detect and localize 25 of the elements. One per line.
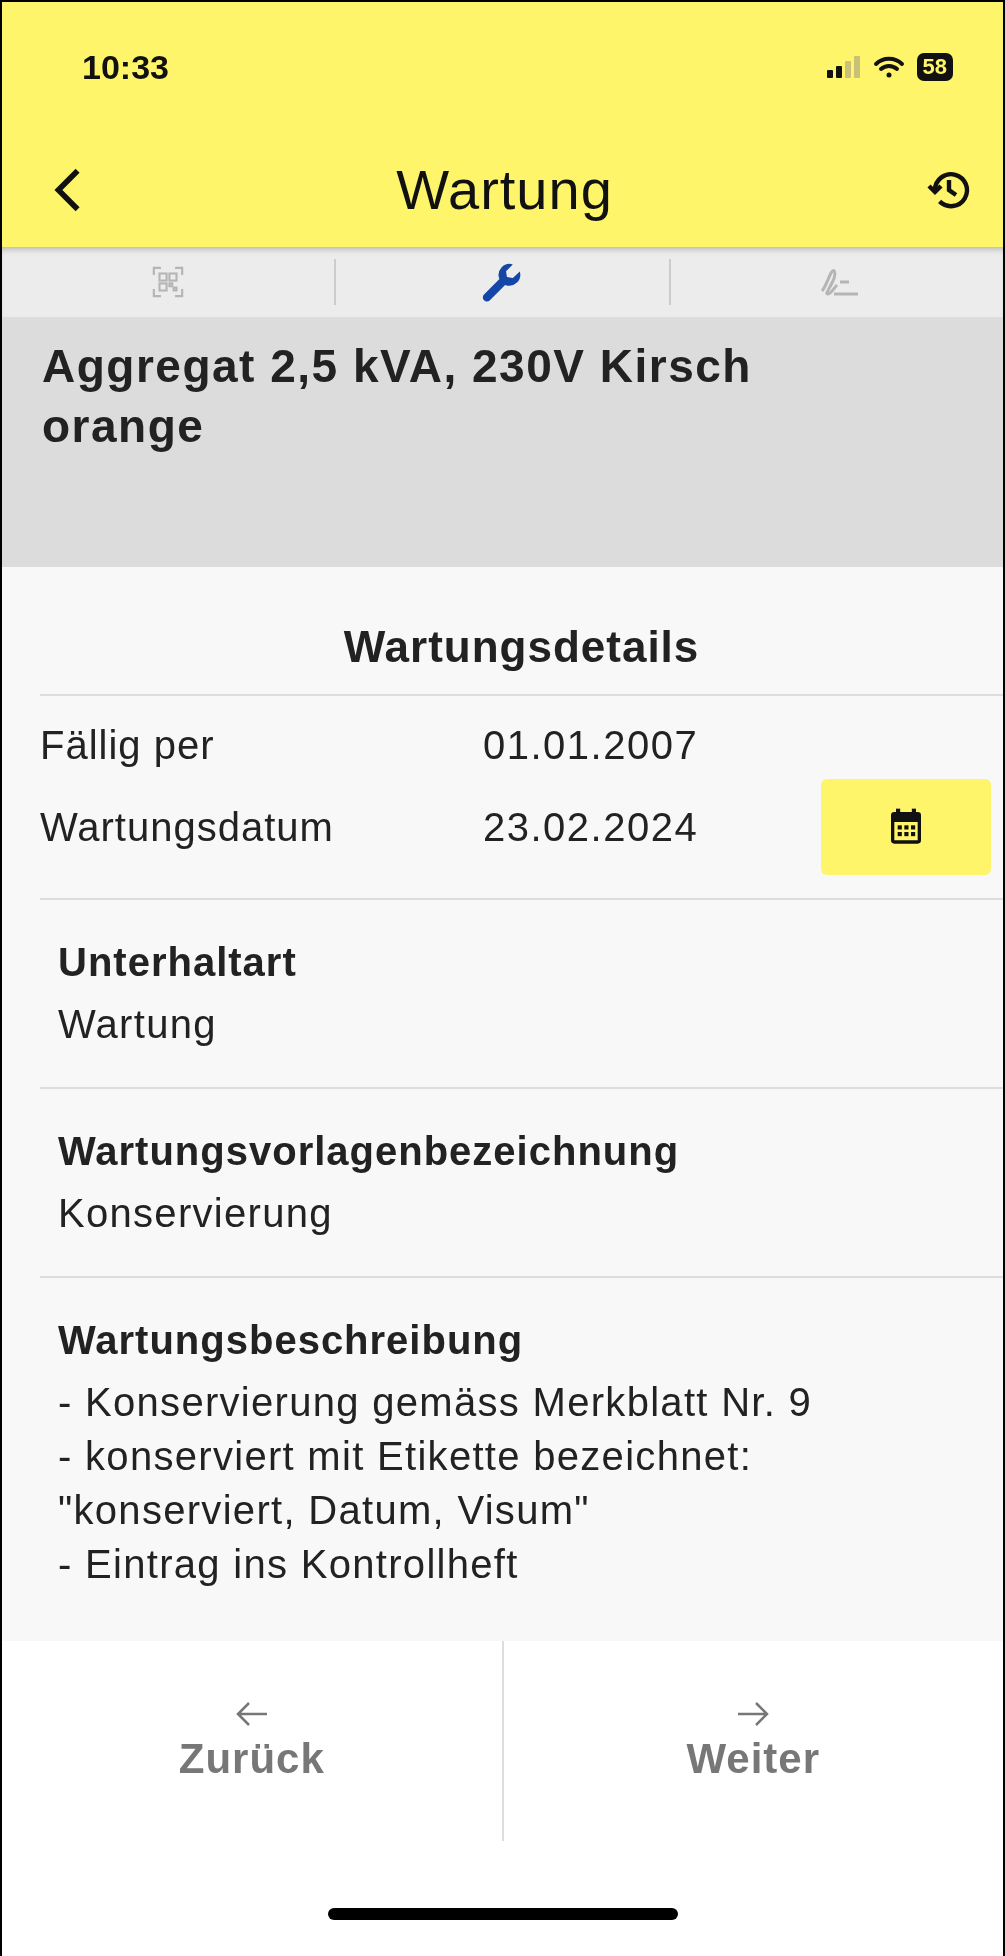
field-value: - konserviert mit Etikette bezeichnet: "konserviert, Datum, Visum"	[58, 1433, 754, 1534]
field-value: Wartung	[58, 1001, 218, 1048]
signal-icon	[826, 56, 861, 78]
status-time: 10:33	[82, 47, 169, 87]
detail-label: Wartungsdatum	[40, 804, 335, 850]
next-nav-button[interactable]: Weiter	[503, 1641, 1003, 1871]
calendar-button[interactable]	[821, 779, 991, 875]
left-arrow-icon	[234, 1700, 269, 1727]
wifi-icon	[872, 55, 905, 79]
field-label: Wartungsvorlagenbezeichnung	[58, 1129, 681, 1174]
field-value: - Eintrag ins Kontrollheft	[58, 1541, 520, 1588]
right-arrow-icon	[736, 1700, 771, 1727]
field-label: Unterhaltart	[58, 940, 298, 985]
detail-label: Fällig per	[40, 722, 216, 768]
field-label: Wartungsbeschreibung	[58, 1318, 525, 1363]
field-value: - Konservierung gemäss Merkblatt Nr. 9	[58, 1379, 814, 1426]
detail-value: 23.02.2024	[483, 804, 700, 850]
qr-code-icon	[151, 265, 186, 299]
item-title: Aggregat 2,5 kVA, 230V Kirsch orange	[2, 317, 1003, 567]
screen-title: Wartung	[396, 157, 613, 222]
back-nav-button[interactable]: Zurück	[2, 1641, 502, 1871]
section-heading: Wartungsdetails	[40, 567, 1003, 696]
detail-value: 01.01.2007	[483, 722, 700, 768]
battery-indicator: 58	[916, 53, 953, 81]
field-value: Konservierung	[58, 1190, 334, 1237]
